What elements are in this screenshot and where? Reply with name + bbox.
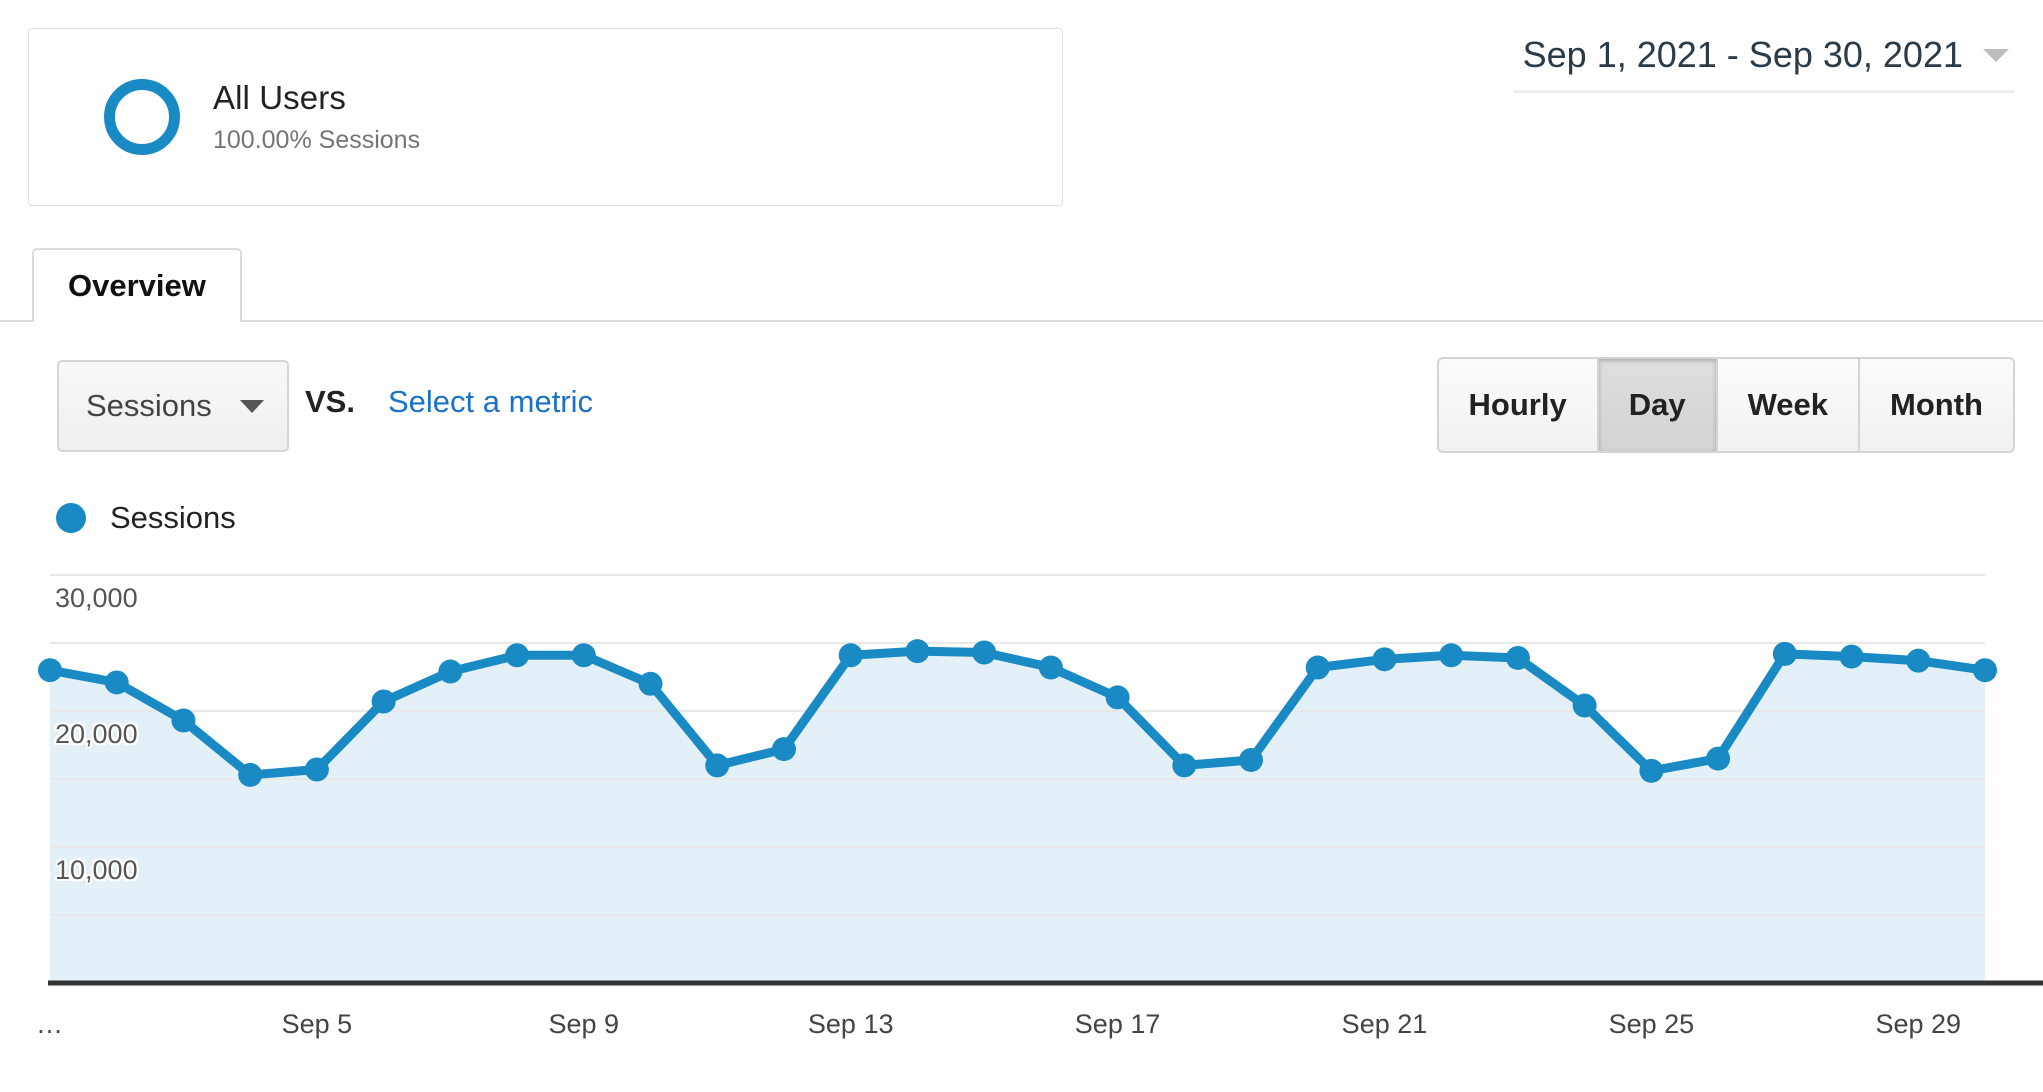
chart-data-point[interactable]	[1639, 759, 1663, 783]
chart-data-point[interactable]	[305, 757, 329, 781]
chart-data-point[interactable]	[1239, 748, 1263, 772]
chevron-down-icon	[240, 400, 264, 413]
granularity-day-button[interactable]: Day	[1599, 359, 1718, 451]
chart-data-point[interactable]	[38, 658, 62, 682]
chart-data-point[interactable]	[1773, 642, 1797, 666]
x-axis-tick-label: Sep 29	[1875, 1009, 1961, 1040]
segment-percentage: 100.00% Sessions	[213, 126, 420, 155]
primary-metric-label: Sessions	[86, 388, 212, 424]
chart-data-point[interactable]	[772, 737, 796, 761]
chart-data-point[interactable]	[1573, 694, 1597, 718]
vs-label: VS.	[305, 384, 355, 420]
chart-data-point[interactable]	[1506, 646, 1530, 670]
granularity-week-button[interactable]: Week	[1718, 359, 1860, 451]
chart-data-point[interactable]	[1039, 655, 1063, 679]
x-axis-tick-label: Sep 5	[282, 1009, 353, 1040]
x-axis-tick-label: …	[36, 1009, 63, 1040]
x-axis-tick-label: Sep 17	[1075, 1009, 1161, 1040]
granularity-month-button[interactable]: Month	[1860, 359, 2013, 451]
sessions-line-chart[interactable]: 10,00020,00030,000 …Sep 5Sep 9Sep 13Sep …	[0, 555, 2043, 1000]
granularity-hourly-button[interactable]: Hourly	[1439, 359, 1599, 451]
chart-data-point[interactable]	[372, 689, 396, 713]
primary-metric-select[interactable]: Sessions	[57, 360, 289, 452]
chart-data-point[interactable]	[639, 672, 663, 696]
chevron-down-icon	[1983, 49, 2009, 62]
chart-area-fill	[50, 651, 1985, 983]
chart-data-point[interactable]	[505, 643, 529, 667]
x-axis-tick-label: Sep 9	[549, 1009, 620, 1040]
analytics-overview-page: All Users 100.00% Sessions Sep 1, 2021 -…	[0, 0, 2043, 1092]
chart-data-point[interactable]	[1906, 649, 1930, 673]
segment-card[interactable]: All Users 100.00% Sessions	[28, 28, 1063, 206]
date-range-label: Sep 1, 2021 - Sep 30, 2021	[1523, 34, 1963, 76]
date-range-picker[interactable]: Sep 1, 2021 - Sep 30, 2021	[1375, 34, 2015, 93]
chart-data-point[interactable]	[238, 763, 262, 787]
chart-data-point[interactable]	[705, 753, 729, 777]
date-range-inner[interactable]: Sep 1, 2021 - Sep 30, 2021	[1513, 34, 2015, 93]
chart-data-point[interactable]	[105, 670, 129, 694]
chart-data-point[interactable]	[839, 643, 863, 667]
granularity-button-group: Hourly Day Week Month	[1437, 357, 2015, 453]
select-a-metric-link[interactable]: Select a metric	[388, 384, 593, 420]
chart-data-point[interactable]	[1973, 658, 1997, 682]
legend-label-sessions: Sessions	[110, 500, 236, 536]
segment-ring-icon	[104, 79, 180, 155]
x-axis-tick-label: Sep 25	[1609, 1009, 1695, 1040]
chart-data-point[interactable]	[438, 660, 462, 684]
legend-color-swatch	[56, 503, 86, 533]
chart-data-point[interactable]	[171, 709, 195, 733]
chart-legend: Sessions	[56, 500, 236, 536]
chart-data-point[interactable]	[1706, 747, 1730, 771]
tab-overview[interactable]: Overview	[32, 248, 242, 322]
chart-plot-area[interactable]	[0, 555, 2043, 1000]
chart-data-point[interactable]	[972, 641, 996, 665]
tab-overview-label: Overview	[68, 268, 206, 304]
chart-data-point[interactable]	[1840, 645, 1864, 669]
x-axis-tick-label: Sep 13	[808, 1009, 894, 1040]
chart-data-point[interactable]	[572, 643, 596, 667]
chart-data-point[interactable]	[1439, 643, 1463, 667]
x-axis-tick-label: Sep 21	[1342, 1009, 1428, 1040]
chart-data-point[interactable]	[905, 639, 929, 663]
tab-strip: Overview	[0, 248, 2043, 322]
segment-text: All Users 100.00% Sessions	[213, 79, 420, 155]
chart-data-point[interactable]	[1172, 753, 1196, 777]
chart-data-point[interactable]	[1306, 655, 1330, 679]
chart-data-point[interactable]	[1106, 685, 1130, 709]
segment-name: All Users	[213, 79, 420, 117]
chart-data-point[interactable]	[1372, 647, 1396, 671]
